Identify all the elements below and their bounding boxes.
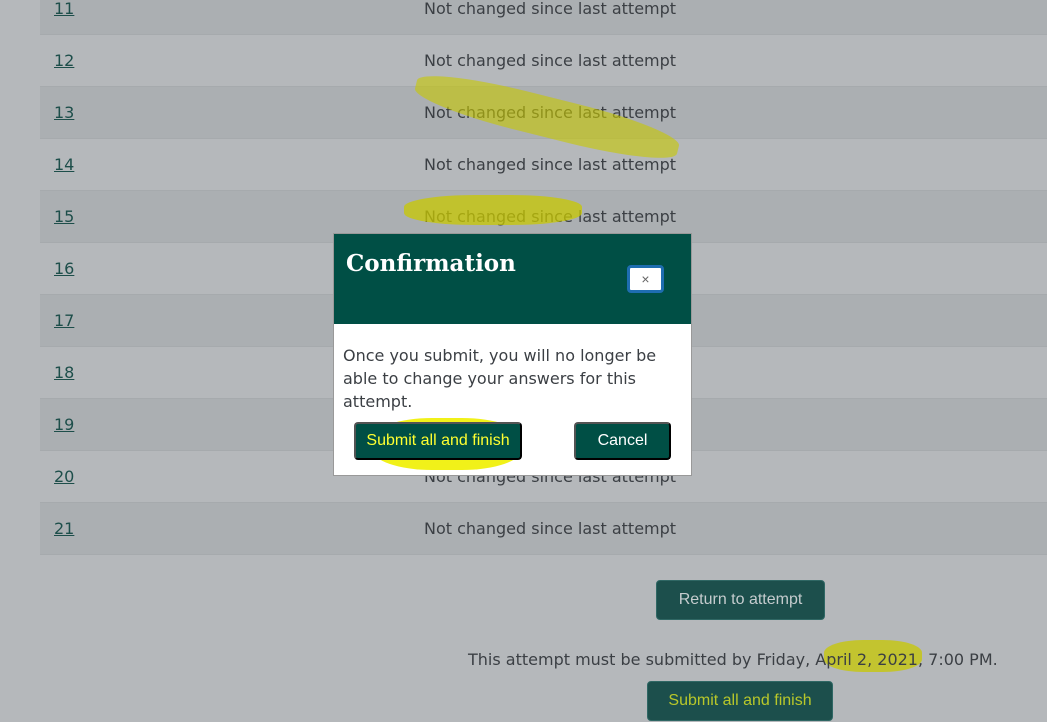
table-row: 13 Not changed since last attempt	[40, 87, 1047, 139]
question-link[interactable]: 19	[54, 415, 74, 434]
question-status: Not changed since last attempt	[424, 51, 677, 70]
confirmation-dialog: Confirmation × Once you submit, you will…	[333, 233, 692, 476]
question-status: Not changed since last attempt	[424, 155, 677, 174]
question-link[interactable]: 18	[54, 363, 74, 382]
table-row: 12 Not changed since last attempt	[40, 35, 1047, 87]
table-row: 21 Not changed since last attempt	[40, 503, 1047, 555]
question-status: Not changed since last attempt	[424, 103, 677, 122]
question-link[interactable]: 15	[54, 207, 74, 226]
question-link[interactable]: 13	[54, 103, 74, 122]
dialog-cancel-button[interactable]: Cancel	[574, 422, 671, 460]
question-link[interactable]: 14	[54, 155, 74, 174]
dialog-header: Confirmation ×	[334, 234, 691, 324]
table-row: 11 Not changed since last attempt	[40, 0, 1047, 35]
dialog-title: Confirmation	[346, 250, 516, 277]
dialog-submit-button[interactable]: Submit all and finish	[354, 422, 522, 460]
question-link[interactable]: 16	[54, 259, 74, 278]
dialog-body: Once you submit, you will no longer be a…	[343, 346, 657, 411]
question-status: Not changed since last attempt	[424, 519, 677, 538]
question-link[interactable]: 11	[54, 0, 74, 18]
return-to-attempt-button[interactable]: Return to attempt	[656, 580, 825, 620]
question-link[interactable]: 21	[54, 519, 74, 538]
submit-all-button[interactable]: Submit all and finish	[647, 681, 833, 721]
question-status: Not changed since last attempt	[424, 0, 677, 18]
due-date-text: This attempt must be submitted by Friday…	[468, 650, 998, 669]
question-link[interactable]: 17	[54, 311, 74, 330]
question-link[interactable]: 20	[54, 467, 74, 486]
question-link[interactable]: 12	[54, 51, 74, 70]
question-status: Not changed since last attempt	[424, 207, 677, 226]
close-icon[interactable]: ×	[627, 265, 664, 293]
table-row: 14 Not changed since last attempt	[40, 139, 1047, 191]
